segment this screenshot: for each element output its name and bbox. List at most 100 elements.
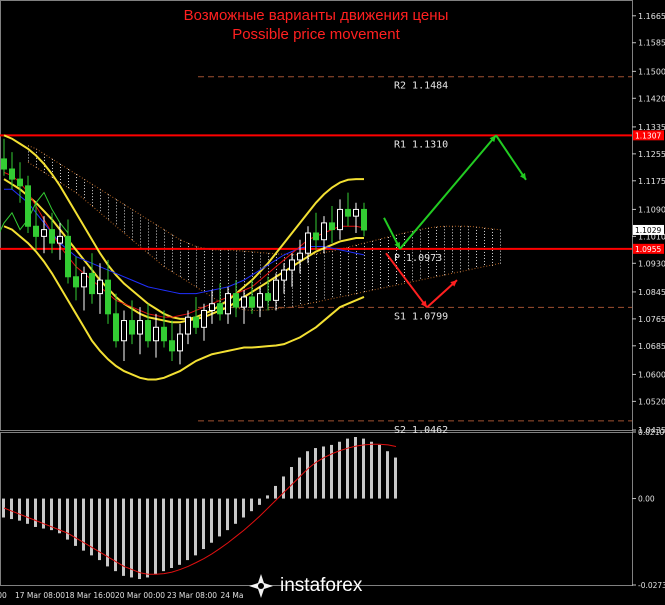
cloud-dot — [100, 192, 101, 194]
cloud-dot — [348, 274, 349, 276]
cloud-dot — [52, 164, 53, 166]
cloud-dot — [244, 254, 245, 256]
cloud-dot — [476, 262, 477, 264]
candle-body — [73, 276, 79, 288]
watermark-text: instaforex — [280, 575, 363, 596]
cloud-dot — [356, 254, 357, 256]
candle-body — [57, 235, 63, 244]
cloud-dot — [220, 264, 221, 266]
cloud-dot — [172, 267, 173, 269]
cloud-dot — [396, 280, 397, 282]
cloud-dot — [436, 271, 437, 273]
cloud-dot — [356, 278, 357, 280]
candle-body — [33, 225, 39, 237]
cloud-dot — [28, 154, 29, 156]
cloud-dot — [60, 163, 61, 165]
cloud-dot — [460, 232, 461, 234]
cloud-dot — [244, 275, 245, 277]
cloud-dot — [300, 284, 301, 286]
candle-body — [129, 320, 135, 335]
cloud-dot — [484, 239, 485, 241]
cloud-dot — [188, 258, 189, 260]
cloud-dot — [140, 235, 141, 237]
current-price-label: 1.1029 — [635, 226, 661, 235]
cloud-dot — [140, 229, 141, 231]
cloud-dot — [116, 214, 117, 216]
cloud-dot — [180, 272, 181, 274]
cloud-dot — [44, 156, 45, 158]
cloud-dot — [468, 256, 469, 258]
cloud-dot — [420, 274, 421, 276]
cloud-dot — [116, 205, 117, 207]
cloud-dot — [116, 220, 117, 222]
cloud-dot — [324, 285, 325, 287]
cloud-dot — [316, 283, 317, 285]
cloud-dot — [44, 168, 45, 170]
cloud-dot — [132, 230, 133, 232]
cloud-dot — [52, 170, 53, 172]
cloud-dot — [76, 189, 77, 191]
cloud-dot — [380, 269, 381, 271]
pivot-level-R1-tag-label: 1.1307 — [635, 131, 661, 140]
cloud-dot — [148, 243, 149, 245]
cloud-dot — [300, 290, 301, 292]
cloud-dot — [380, 254, 381, 256]
cloud-dot — [500, 241, 501, 243]
cloud-dot — [492, 258, 493, 260]
cloud-dot — [412, 264, 413, 266]
cloud-dot — [476, 253, 477, 255]
cloud-dot — [452, 232, 453, 234]
cloud-dot — [444, 268, 445, 270]
cloud-dot — [188, 243, 189, 245]
cloud-dot — [372, 277, 373, 279]
cloud-dot — [220, 273, 221, 275]
cloud-dot — [220, 270, 221, 272]
cloud-dot — [36, 160, 37, 162]
cloud-dot — [476, 244, 477, 246]
cloud-dot — [332, 266, 333, 268]
macd-bar — [18, 498, 21, 521]
cloud-dot — [244, 266, 245, 268]
cloud-dot — [268, 274, 269, 276]
cloud-dot — [244, 269, 245, 271]
cloud-dot — [348, 259, 349, 261]
macd-bar — [162, 498, 165, 572]
cloud-dot — [124, 216, 125, 218]
cloud-dot — [316, 298, 317, 300]
cloud-dot — [172, 243, 173, 245]
cloud-dot — [436, 235, 437, 237]
cloud-dot — [260, 258, 261, 260]
cloud-dot — [412, 270, 413, 272]
cloud-dot — [260, 264, 261, 266]
cloud-dot — [308, 266, 309, 268]
macd-signal-line — [3, 443, 397, 575]
candle-body — [193, 316, 199, 328]
cloud-dot — [116, 199, 117, 201]
cloud-dot — [204, 266, 205, 268]
cloud-dot — [308, 272, 309, 274]
cloud-dot — [260, 282, 261, 284]
candle-body — [257, 293, 263, 308]
cloud-dot — [444, 259, 445, 261]
cloud-dot — [436, 265, 437, 267]
cloud-dot — [364, 264, 365, 266]
cloud-dot — [188, 273, 189, 275]
cloud-dot — [252, 263, 253, 265]
cloud-dot — [108, 194, 109, 196]
cloud-dot — [412, 243, 413, 245]
instaforex-logo-icon — [249, 574, 273, 598]
candle-body — [169, 340, 175, 352]
macd-bar — [178, 498, 181, 565]
candle-body — [201, 309, 207, 328]
cloud-dot — [444, 253, 445, 255]
cloud-dot — [324, 264, 325, 266]
cloud-dot — [428, 263, 429, 265]
cloud-dot — [180, 275, 181, 277]
cloud-dot — [428, 266, 429, 268]
macd-bar — [186, 498, 189, 561]
cloud-dot — [60, 166, 61, 168]
time-axis-label: 23 Mar 08:00 — [167, 591, 217, 600]
cloud-dot — [84, 182, 85, 184]
macd-axis-label: -0.02739 — [638, 581, 665, 590]
cloud-dot — [132, 236, 133, 238]
